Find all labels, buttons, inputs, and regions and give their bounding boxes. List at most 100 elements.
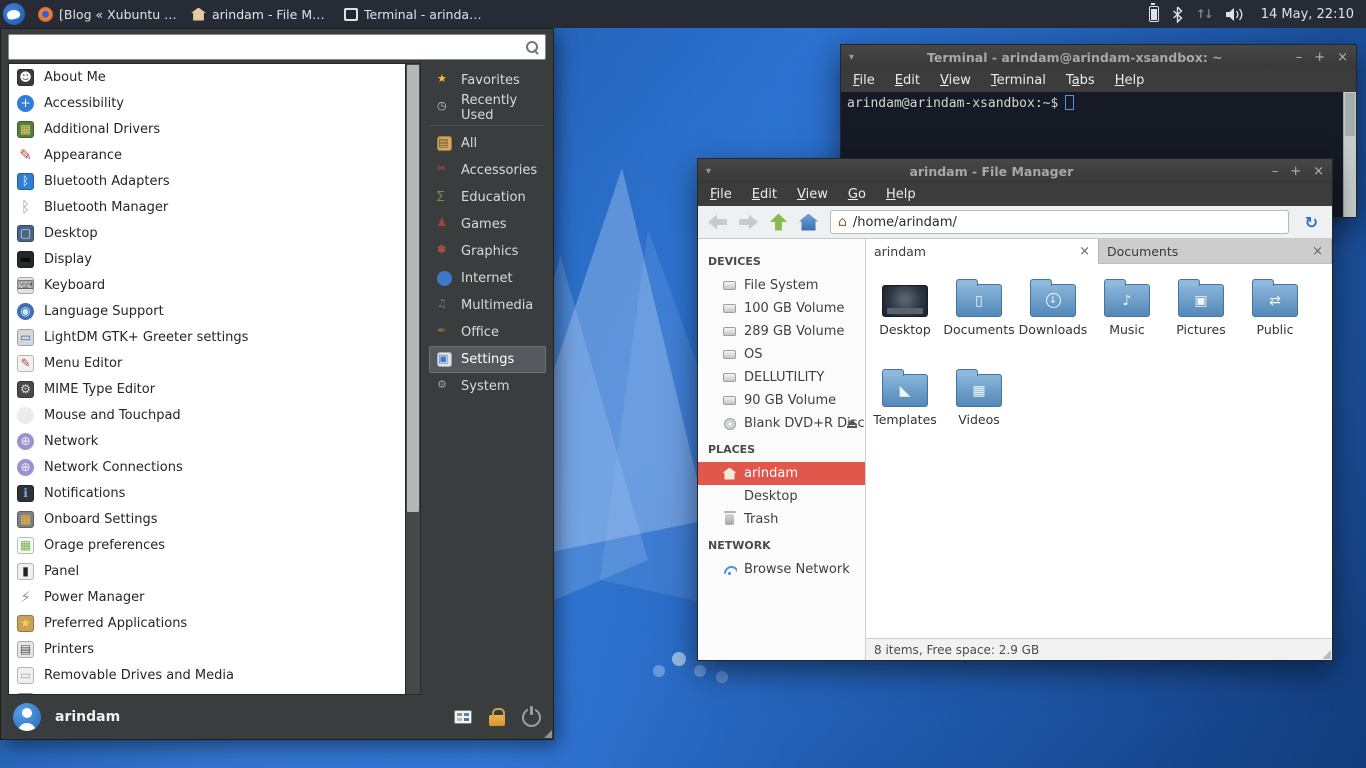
app-item[interactable]: +Accessibility (9, 90, 405, 116)
fm-titlebar[interactable]: ▾ arindam - File Manager – + × (698, 159, 1332, 183)
menu-help[interactable]: Help (886, 187, 916, 202)
reload-button[interactable]: ↻ (1301, 213, 1322, 232)
category-settings[interactable]: ▣Settings (429, 346, 546, 373)
path-bar[interactable]: ⌂ /home/arindam/ (830, 210, 1289, 234)
category-office[interactable]: ✒Office (429, 319, 546, 346)
app-item[interactable]: ▦Onboard Settings (9, 506, 405, 532)
sidebar-item-trash[interactable]: Trash (698, 508, 865, 531)
menu-file[interactable]: File (853, 73, 875, 88)
menu-help[interactable]: Help (1115, 73, 1145, 88)
task-button-home[interactable]: arindam - File Manager (185, 0, 338, 28)
eject-icon[interactable] (847, 419, 857, 429)
back-button[interactable] (708, 215, 727, 230)
file-videos[interactable]: ▦Videos (942, 366, 1016, 448)
all-settings-button[interactable] (454, 710, 472, 724)
app-item[interactable]: ✎Menu Editor (9, 350, 405, 376)
sidebar-item-dellutility[interactable]: DELLUTILITY (698, 366, 865, 389)
sidebar-item-100-gb-volume[interactable]: 100 GB Volume (698, 297, 865, 320)
app-item[interactable]: ✎Appearance (9, 142, 405, 168)
terminal-scrollbar[interactable] (1343, 92, 1356, 217)
app-item[interactable]: ᛒBluetooth Manager (9, 194, 405, 220)
sidebar-item-289-gb-volume[interactable]: 289 GB Volume (698, 320, 865, 343)
whisker-resize-grip[interactable] (544, 730, 552, 738)
network-arrows-icon[interactable]: ↑↓ (1196, 7, 1212, 21)
maximize-icon[interactable]: + (1314, 50, 1325, 65)
category-games[interactable]: ♟Games (429, 211, 546, 238)
sidebar-item-file-system[interactable]: File System (698, 274, 865, 297)
app-item[interactable]: ▭Removable Drives and Media (9, 662, 405, 688)
category-system[interactable]: ⚙System (429, 373, 546, 400)
file-templates[interactable]: ◣Templates (868, 366, 942, 448)
forward-button[interactable] (739, 215, 758, 230)
panel-clock[interactable]: 14 May, 22:10 (1261, 7, 1354, 22)
sidebar-item-90-gb-volume[interactable]: 90 GB Volume (698, 389, 865, 412)
app-item[interactable]: ▮Panel (9, 558, 405, 584)
tab-arindam[interactable]: arindam× (866, 239, 1099, 264)
file-downloads[interactable]: ↓Downloads (1016, 276, 1090, 358)
up-button[interactable] (770, 214, 787, 231)
sidebar-item-browse-network[interactable]: Browse Network (698, 558, 865, 581)
maximize-icon[interactable]: + (1290, 164, 1301, 179)
app-item[interactable]: ◉Language Support (9, 298, 405, 324)
menu-file[interactable]: File (710, 187, 732, 202)
fm-fileview[interactable]: Desktop▯Documents↓Downloads♪Music▣Pictur… (866, 264, 1332, 638)
avatar[interactable] (13, 703, 41, 731)
sidebar-item-os[interactable]: OS (698, 343, 865, 366)
menu-tabs[interactable]: Tabs (1066, 73, 1095, 88)
menu-go[interactable]: Go (848, 187, 866, 202)
sidebar-item-arindam[interactable]: arindam (698, 462, 865, 485)
logout-button[interactable] (522, 708, 541, 727)
sidebar-item-blank-dvd+r-disc[interactable]: Blank DVD+R Disc (698, 412, 865, 435)
app-list-scrollbar[interactable] (406, 63, 421, 695)
app-item[interactable]: ▢Desktop (9, 220, 405, 246)
category-multimedia[interactable]: ♫Multimedia (429, 292, 546, 319)
app-item[interactable]: ▤Printers (9, 636, 405, 662)
app-item[interactable]: ⊕Network Connections (9, 454, 405, 480)
search-box[interactable] (8, 34, 546, 60)
category-education[interactable]: ∑Education (429, 184, 546, 211)
app-item[interactable]: Mouse and Touchpad (9, 402, 405, 428)
menu-view[interactable]: View (797, 187, 828, 202)
category-graphics[interactable]: ✽Graphics (429, 238, 546, 265)
app-item[interactable]: ▦Additional Drivers (9, 116, 405, 142)
battery-icon[interactable] (1149, 6, 1159, 22)
sidebar-item-desktop[interactable]: Desktop (698, 485, 865, 508)
tab-close-icon[interactable]: × (1079, 244, 1090, 259)
task-button-firefox[interactable]: [Blog « Xubuntu - Mozilla Fire... (32, 0, 185, 28)
lock-screen-button[interactable] (489, 715, 505, 726)
category-all[interactable]: ▤All (429, 130, 546, 157)
app-item[interactable]: ▭LightDM GTK+ Greeter settings (9, 324, 405, 350)
app-item[interactable]: ᛒBluetooth Adapters (9, 168, 405, 194)
category-favorites[interactable]: ★Favorites (429, 67, 546, 94)
app-item[interactable]: ⌨Keyboard (9, 272, 405, 298)
app-item[interactable]: ▦Orage preferences (9, 532, 405, 558)
app-item[interactable]: ⚙MIME Type Editor (9, 376, 405, 402)
whisker-menu-button[interactable] (0, 0, 28, 28)
search-input[interactable] (15, 40, 525, 55)
tab-close-icon[interactable]: × (1312, 244, 1323, 259)
minimize-icon[interactable]: – (1296, 50, 1303, 65)
category-accessories[interactable]: ✂Accessories (429, 157, 546, 184)
menu-edit[interactable]: Edit (895, 73, 920, 88)
tab-documents[interactable]: Documents× (1099, 239, 1332, 263)
category-recently-used[interactable]: ◷Recently Used (429, 94, 546, 121)
minimize-icon[interactable]: – (1272, 164, 1279, 179)
file-music[interactable]: ♪Music (1090, 276, 1164, 358)
file-pictures[interactable]: ▣Pictures (1164, 276, 1238, 358)
close-icon[interactable]: × (1313, 164, 1324, 179)
app-item[interactable]: ⊕Network (9, 428, 405, 454)
home-button[interactable] (799, 214, 818, 231)
task-button-terminal[interactable]: Terminal - arindam@arinda... (338, 0, 491, 28)
app-item[interactable]: ⚡Power Manager (9, 584, 405, 610)
app-item[interactable]: ℹNotifications (9, 480, 405, 506)
file-documents[interactable]: ▯Documents (942, 276, 1016, 358)
app-item[interactable]: ▬Display (9, 246, 405, 272)
volume-icon[interactable] (1225, 7, 1244, 22)
app-item[interactable]: ★Preferred Applications (9, 610, 405, 636)
file-public[interactable]: ⇄Public (1238, 276, 1312, 358)
file-desktop[interactable]: Desktop (868, 276, 942, 358)
app-item[interactable] (9, 688, 405, 695)
menu-edit[interactable]: Edit (752, 187, 777, 202)
bluetooth-icon[interactable] (1172, 6, 1183, 23)
close-icon[interactable]: × (1337, 50, 1348, 65)
